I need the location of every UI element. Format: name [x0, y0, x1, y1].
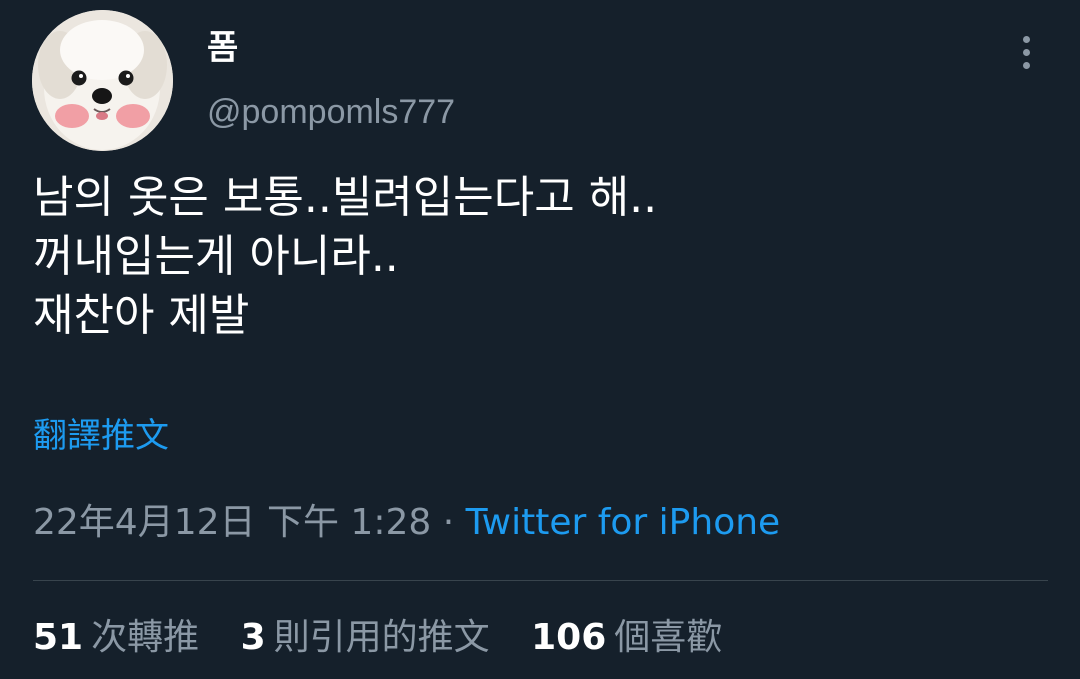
tweet-line: 재찬아 제발	[33, 290, 250, 341]
quotes-label: 則引用的推文	[273, 617, 490, 658]
likes-count: 106	[531, 617, 607, 658]
tweet-meta: 22年4月12日 下午 1:28 · Twitter for iPhone	[33, 500, 780, 546]
more-options-button[interactable]	[1008, 28, 1044, 76]
quotes-stat[interactable]: 3 則引用的推文	[241, 614, 490, 662]
tweet-stats: 51 次轉推 3 則引用的推文 106 個喜歡	[33, 614, 722, 662]
retweets-label: 次轉推	[91, 617, 200, 658]
tweet-text: 남의 옷은 보통..빌려입는다고 해.. 꺼내입는게 아니라.. 재찬아 제발	[33, 168, 1043, 345]
more-vertical-icon	[1023, 36, 1030, 43]
retweets-stat[interactable]: 51 次轉推	[33, 614, 199, 662]
more-icon-dot	[1023, 49, 1030, 56]
retweets-count: 51	[33, 617, 84, 658]
likes-stat[interactable]: 106 個喜歡	[531, 614, 722, 662]
tweet-line: 남의 옷은 보통..빌려입는다고 해..	[33, 172, 658, 223]
quotes-count: 3	[240, 617, 266, 658]
more-icon-dot	[1023, 62, 1030, 69]
puppy-avatar-icon	[32, 10, 173, 151]
tweet-line: 꺼내입는게 아니라..	[33, 231, 399, 282]
translate-tweet-link[interactable]: 翻譯推文	[33, 414, 169, 458]
meta-separator: ·	[442, 502, 455, 543]
tweet-timestamp[interactable]: 22年4月12日 下午 1:28	[33, 502, 431, 543]
likes-label: 個喜歡	[614, 617, 723, 658]
user-handle[interactable]: @pompomls777	[207, 90, 455, 134]
avatar[interactable]	[32, 10, 173, 151]
tweet-source-link[interactable]: Twitter for iPhone	[466, 502, 781, 543]
divider	[33, 580, 1048, 581]
display-name[interactable]: 폼	[207, 26, 238, 70]
